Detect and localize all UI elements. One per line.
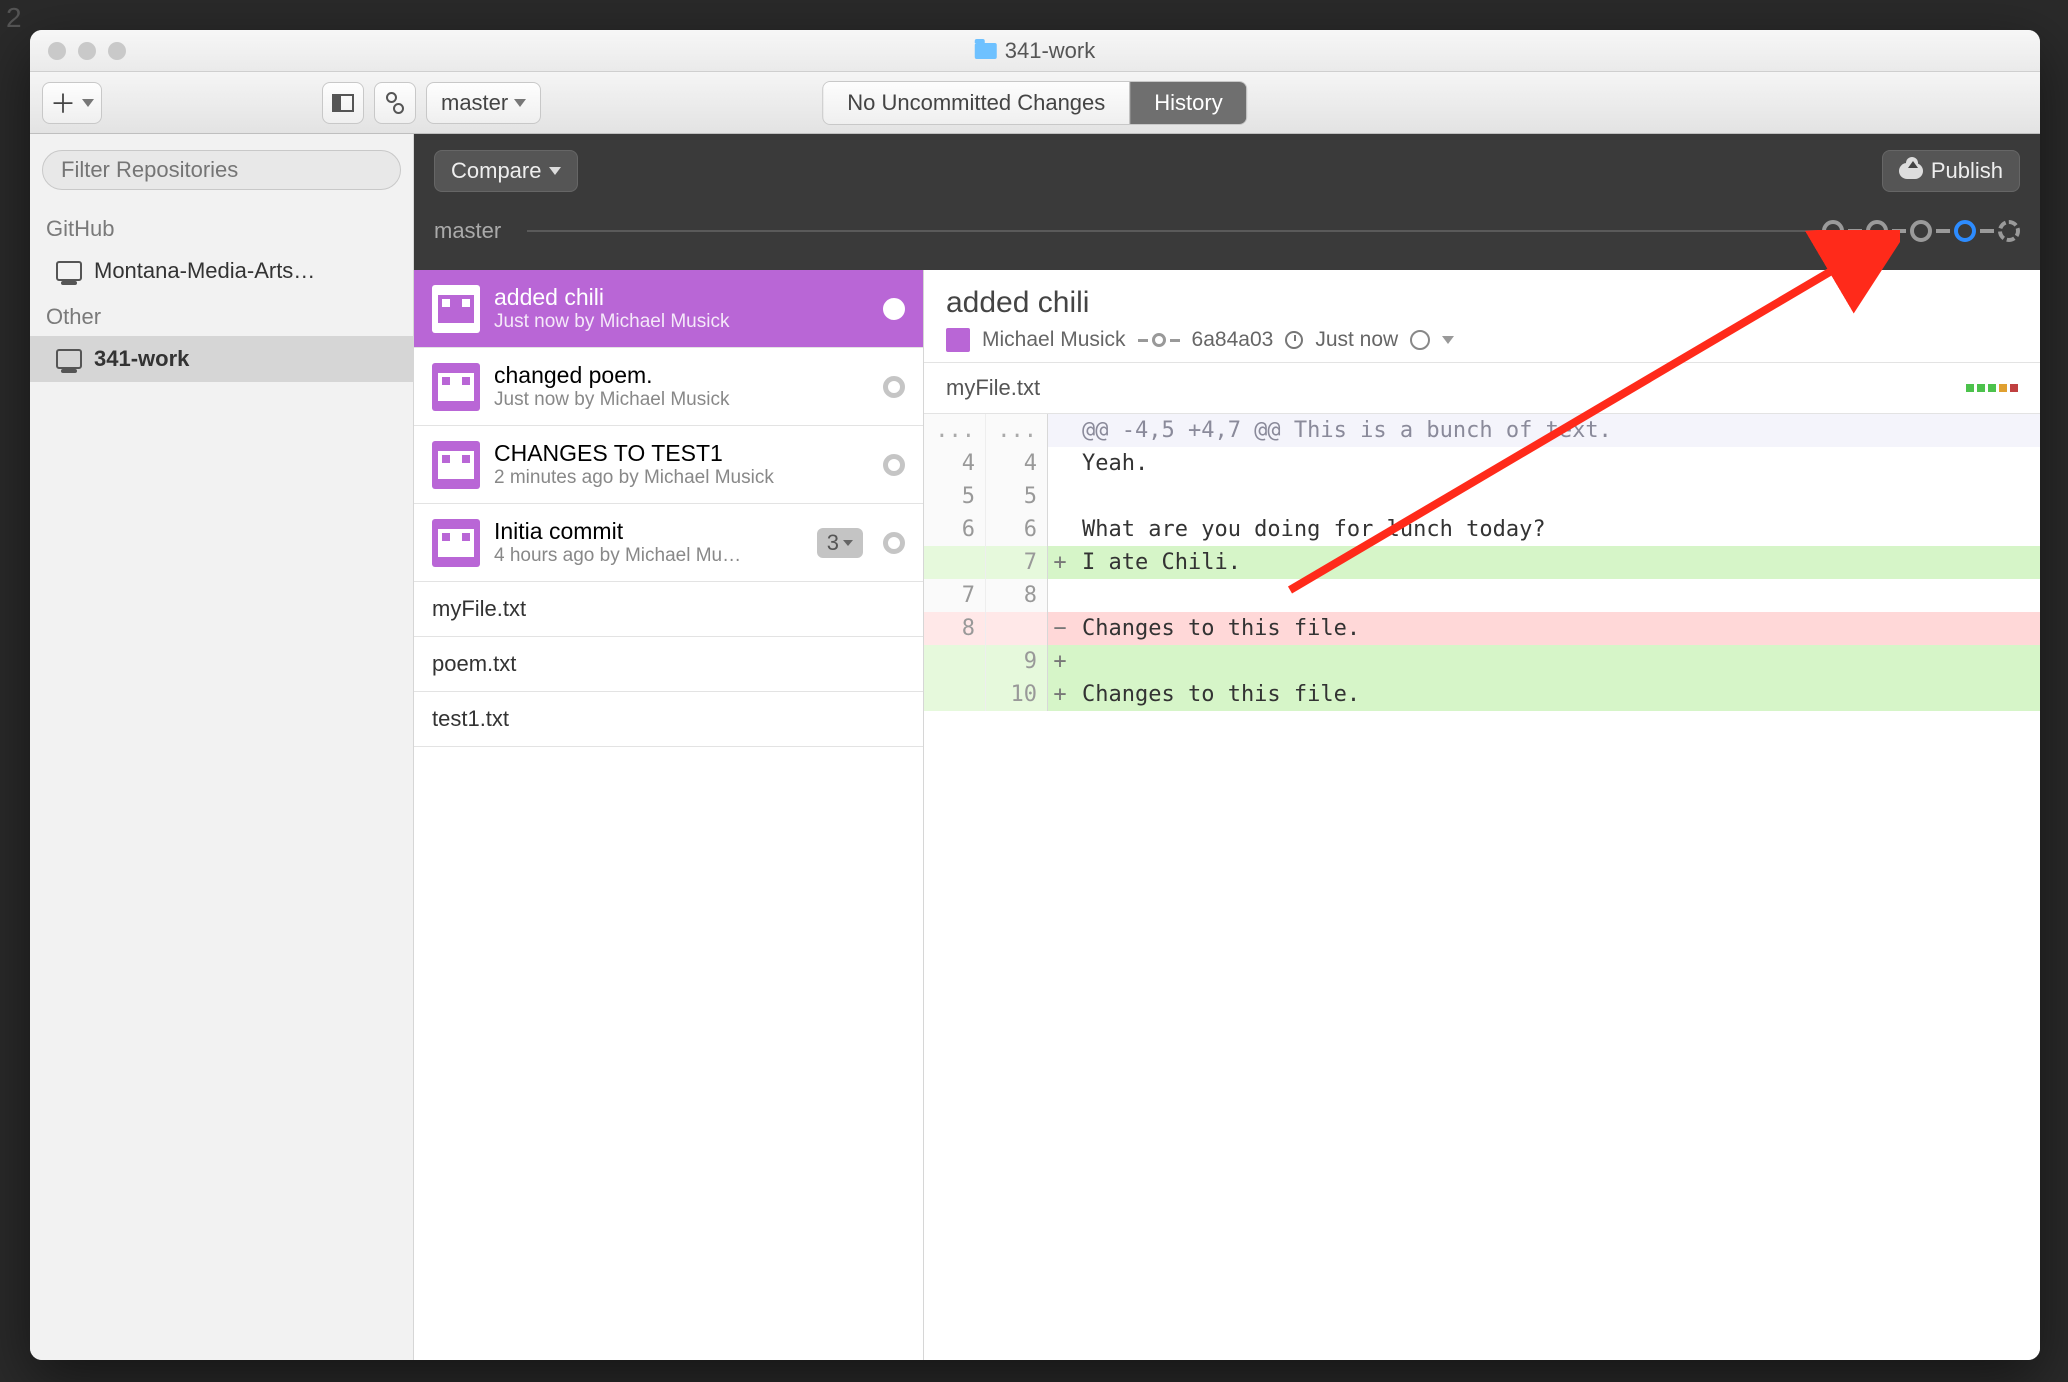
commit-subtitle: Just now by Michael Musick <box>494 311 869 333</box>
changed-file-item[interactable]: test1.txt <box>414 692 923 747</box>
plus-icon: ＋ <box>50 84 76 121</box>
branch-icon <box>386 92 404 114</box>
chevron-down-icon <box>1442 336 1454 344</box>
changed-file-item[interactable]: poem.txt <box>414 637 923 692</box>
commit-title: changed poem. <box>494 362 869 389</box>
minimize-window-button[interactable] <box>78 42 96 60</box>
avatar <box>432 441 480 489</box>
editor-line-number-bg: 2 <box>6 2 22 34</box>
detail-time: Just now <box>1315 328 1398 352</box>
folder-icon <box>975 43 997 59</box>
branch-button[interactable] <box>374 82 416 124</box>
toolbar: ＋ master No Uncommitted Changes History <box>30 72 2040 134</box>
chevron-down-icon <box>514 99 526 107</box>
repo-item-montana[interactable]: Montana-Media-Arts… <box>30 248 413 294</box>
chevron-down-icon <box>843 540 853 546</box>
toggle-sidebar-button[interactable] <box>322 82 364 124</box>
chevron-down-icon <box>549 167 561 175</box>
commit-detail: added chili Michael Musick 6a84a03 Just … <box>924 270 2040 1360</box>
diff-filename: myFile.txt <box>946 375 1040 401</box>
sidebar-section-other: Other <box>30 294 413 336</box>
timeline-branch-label: master <box>434 218 501 244</box>
sidebar-icon <box>332 94 354 112</box>
diff-view[interactable]: ... ... @@ -4,5 +4,7 @@ This is a bunch … <box>924 414 2040 711</box>
cloud-upload-icon <box>1899 163 1923 179</box>
detail-commit-title: added chili <box>946 286 2018 320</box>
view-segmented-control: No Uncommitted Changes History <box>822 81 1247 125</box>
repo-sidebar: GitHub Montana-Media-Arts… Other 341-wor… <box>30 134 414 1360</box>
branch-dropdown[interactable]: master <box>426 82 541 124</box>
branch-timeline: master <box>434 218 2020 244</box>
sidebar-section-github: GitHub <box>30 206 413 248</box>
avatar <box>432 285 480 333</box>
repo-label: Montana-Media-Arts… <box>94 258 315 284</box>
avatar <box>432 519 480 567</box>
repo-item-341-work[interactable]: 341-work <box>30 336 413 382</box>
file-count-badge[interactable]: 3 <box>817 528 863 558</box>
commit-item[interactable]: Initia commit 4 hours ago by Michael Mu…… <box>414 504 923 582</box>
titlebar: 341-work <box>30 30 2040 72</box>
commit-list: added chili Just now by Michael Musick c… <box>414 270 924 1360</box>
clock-icon <box>1285 331 1303 349</box>
traffic-lights <box>30 42 126 60</box>
commit-title: Initia commit <box>494 518 803 545</box>
commit-status-ring <box>883 532 905 554</box>
repo-icon <box>56 349 82 369</box>
commit-title: added chili <box>494 284 869 311</box>
commit-subtitle: 2 minutes ago by Michael Musick <box>494 467 869 489</box>
publish-button[interactable]: Publish <box>1882 150 2020 192</box>
compare-button[interactable]: Compare <box>434 150 578 192</box>
add-repo-button[interactable]: ＋ <box>42 82 102 124</box>
commit-subtitle: Just now by Michael Musick <box>494 389 869 411</box>
diff-stat-dots <box>1966 384 2018 392</box>
commit-status-ring <box>883 298 905 320</box>
commit-dots <box>1822 220 2020 242</box>
commit-title: CHANGES TO TEST1 <box>494 440 869 467</box>
zoom-window-button[interactable] <box>108 42 126 60</box>
gear-icon[interactable] <box>1410 330 1430 350</box>
commit-sha-icon <box>1138 333 1180 347</box>
history-header: Compare Publish master <box>414 134 2040 270</box>
filter-repositories-input[interactable] <box>42 150 401 190</box>
commit-status-ring <box>883 454 905 476</box>
changed-file-item[interactable]: myFile.txt <box>414 582 923 637</box>
avatar <box>946 328 970 352</box>
window-title: 341-work <box>1005 38 1095 64</box>
app-window: 341-work ＋ master No Uncommitted Changes… <box>30 30 2040 1360</box>
commit-item[interactable]: CHANGES TO TEST1 2 minutes ago by Michae… <box>414 426 923 504</box>
commit-subtitle: 4 hours ago by Michael Mu… <box>494 545 803 567</box>
repo-label: 341-work <box>94 346 189 372</box>
commit-item[interactable]: added chili Just now by Michael Musick <box>414 270 923 348</box>
commit-status-ring <box>883 376 905 398</box>
tab-history[interactable]: History <box>1129 82 1246 124</box>
tab-changes[interactable]: No Uncommitted Changes <box>823 82 1129 124</box>
avatar <box>432 363 480 411</box>
close-window-button[interactable] <box>48 42 66 60</box>
detail-author: Michael Musick <box>982 328 1126 352</box>
chevron-down-icon <box>82 99 94 107</box>
commit-item[interactable]: changed poem. Just now by Michael Musick <box>414 348 923 426</box>
detail-sha: 6a84a03 <box>1192 328 1274 352</box>
repo-icon <box>56 261 82 281</box>
branch-name: master <box>441 90 508 116</box>
